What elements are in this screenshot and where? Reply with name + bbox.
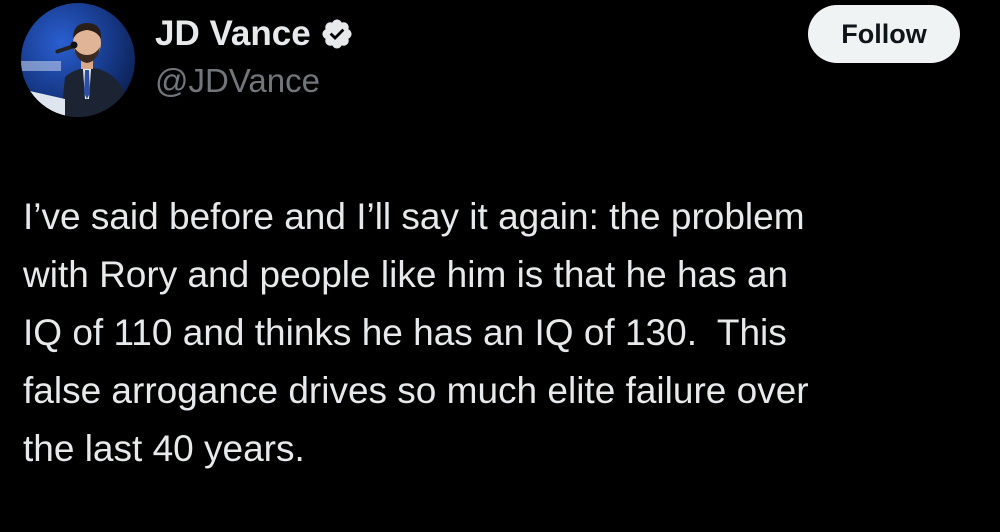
avatar-photo-icon xyxy=(21,3,135,117)
verified-badge-icon xyxy=(320,17,354,51)
follow-button[interactable]: Follow xyxy=(808,5,960,63)
tweet-text-line: I’ve said before and I’ll say it again: … xyxy=(23,196,805,237)
author-info: JD Vance @JDVance xyxy=(155,12,354,100)
display-name[interactable]: JD Vance xyxy=(155,14,311,54)
user-handle[interactable]: @JDVance xyxy=(155,62,354,100)
tweet-text: I’ve said before and I’ll say it again: … xyxy=(23,188,983,478)
name-row: JD Vance xyxy=(155,12,354,56)
tweet-text-line: with Rory and people like him is that he… xyxy=(23,254,789,295)
tweet-text-line: IQ of 110 and thinks he has an IQ of 130… xyxy=(23,312,787,353)
tweet-text-line: false arrogance drives so much elite fai… xyxy=(23,370,809,411)
tweet-text-line: the last 40 years. xyxy=(23,428,305,469)
tweet-card: JD Vance @JDVance Follow I’ve said befor… xyxy=(0,0,1000,532)
avatar[interactable] xyxy=(21,3,135,117)
